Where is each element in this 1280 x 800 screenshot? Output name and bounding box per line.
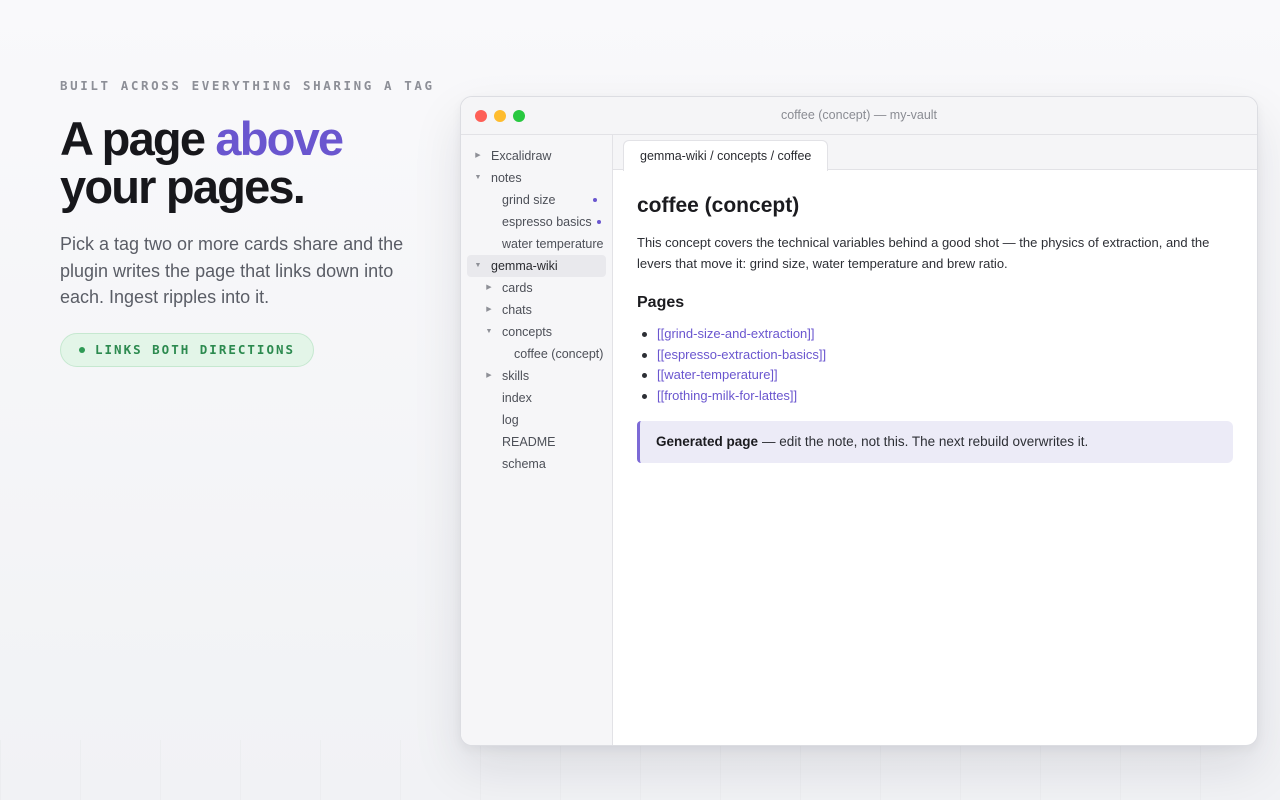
callout-bold-label: Generated page: [656, 434, 759, 450]
wiki-link[interactable]: [[grind-size-and-extraction]]: [657, 326, 815, 341]
tree-folder-notes[interactable]: ▼ notes: [467, 167, 606, 189]
tree-file-espresso-basics[interactable]: espresso basics: [467, 211, 606, 233]
list-item: [[water-temperature]]: [637, 365, 1233, 386]
background-grid: [0, 740, 1280, 800]
tree-item-label: index: [502, 391, 532, 405]
tree-item-label: water temperature: [502, 237, 604, 251]
linked-marker-icon: [597, 220, 601, 224]
tree-folder-concepts[interactable]: ▼ concepts: [467, 321, 606, 343]
tree-item-label: gemma-wiki: [491, 259, 558, 273]
list-item: [[grind-size-and-extraction]]: [637, 324, 1233, 345]
badge-label: LINKS BOTH DIRECTIONS: [95, 342, 296, 357]
tree-folder-excalidraw[interactable]: ▶ Excalidraw: [467, 145, 606, 167]
tree-folder-skills[interactable]: ▶ skills: [467, 365, 606, 387]
tree-item-label: espresso basics: [502, 215, 592, 229]
headline-accent: above: [215, 112, 344, 165]
caret-down-icon: ▼: [485, 328, 493, 335]
tree-folder-gemma-wiki[interactable]: ▼ gemma-wiki: [467, 255, 606, 277]
list-item: [[espresso-extraction-basics]]: [637, 345, 1233, 366]
caret-down-icon: ▼: [474, 174, 482, 181]
eyebrow-label: BUILT ACROSS EVERYTHING SHARING A TAG: [60, 78, 435, 93]
title-bar: coffee (concept) — my-vault: [461, 97, 1257, 135]
document-title: coffee (concept): [637, 194, 800, 217]
tree-file-index[interactable]: index: [467, 387, 606, 409]
caret-right-icon: ▶: [475, 152, 481, 159]
tree-folder-cards[interactable]: ▶ cards: [467, 277, 606, 299]
document-intro: This concept covers the technical variab…: [637, 235, 1210, 271]
tree-file-readme[interactable]: README: [467, 431, 606, 453]
tree-item-label: log: [502, 413, 519, 427]
tree-item-label: chats: [502, 303, 532, 317]
callout-text: — edit the note, not this. The next rebu…: [762, 434, 1089, 450]
headline: A page above your pages.: [60, 115, 430, 211]
tree-file-log[interactable]: log: [467, 409, 606, 431]
tree-item-label: cards: [502, 281, 533, 295]
tree-item-label: skills: [502, 369, 530, 383]
document-content: coffee (concept) This concept covers the…: [637, 193, 1233, 463]
linked-marker-icon: [593, 198, 597, 202]
caret-right-icon: ▶: [486, 284, 492, 291]
caret-right-icon: ▶: [486, 372, 492, 379]
tab-coffee[interactable]: gemma-wiki / concepts / coffee: [623, 140, 829, 171]
links-both-directions-badge: LINKS BOTH DIRECTIONS: [60, 332, 315, 367]
app-window: coffee (concept) — my-vault ▶ Excalidraw…: [460, 96, 1258, 746]
tree-item-label: Excalidraw: [491, 149, 552, 163]
tree-item-label: grind size: [502, 193, 556, 207]
tree-file-schema[interactable]: schema: [467, 453, 606, 475]
tree-item-label: coffee (concept): [514, 347, 604, 361]
tree-item-label: README: [502, 435, 556, 449]
file-tree-sidebar: ▶ Excalidraw ▼ notes grind size espresso…: [461, 135, 613, 745]
caret-right-icon: ▶: [486, 306, 492, 313]
tree-item-label: concepts: [502, 325, 553, 339]
tree-item-label: schema: [502, 457, 546, 471]
tab-bar: gemma-wiki / concepts / coffee: [613, 135, 1257, 171]
tree-file-water-temperature[interactable]: water temperature: [467, 233, 606, 255]
tree-item-label: notes: [491, 171, 522, 185]
status-dot-icon: [79, 346, 85, 353]
editor-pane: gemma-wiki / concepts / coffee coffee (c…: [613, 135, 1257, 745]
window-title: coffee (concept) — my-vault: [780, 108, 938, 122]
caret-down-icon: ▼: [474, 262, 482, 269]
wiki-link[interactable]: [[frothing-milk-for-lattes]]: [657, 388, 797, 403]
wiki-link[interactable]: [[water-temperature]]: [657, 367, 778, 382]
pages-heading: Pages: [637, 294, 685, 311]
pages-list: [[grind-size-and-extraction]] [[espresso…: [637, 324, 1233, 407]
generated-page-callout: Generated page — edit the note, not this…: [637, 420, 1233, 463]
tree-file-grind-size[interactable]: grind size: [467, 189, 606, 211]
headline-part2: your pages.: [60, 160, 306, 213]
hero-section: BUILT ACROSS EVERYTHING SHARING A TAG A …: [60, 78, 435, 367]
tree-folder-chats[interactable]: ▶ chats: [467, 299, 606, 321]
list-item: [[frothing-milk-for-lattes]]: [637, 386, 1233, 407]
hero-description: Pick a tag two or more cards share and t…: [60, 234, 404, 307]
headline-part1: A page: [60, 112, 216, 165]
tree-file-coffee-concept[interactable]: coffee (concept): [467, 343, 606, 365]
wiki-link[interactable]: [[espresso-extraction-basics]]: [657, 347, 826, 362]
